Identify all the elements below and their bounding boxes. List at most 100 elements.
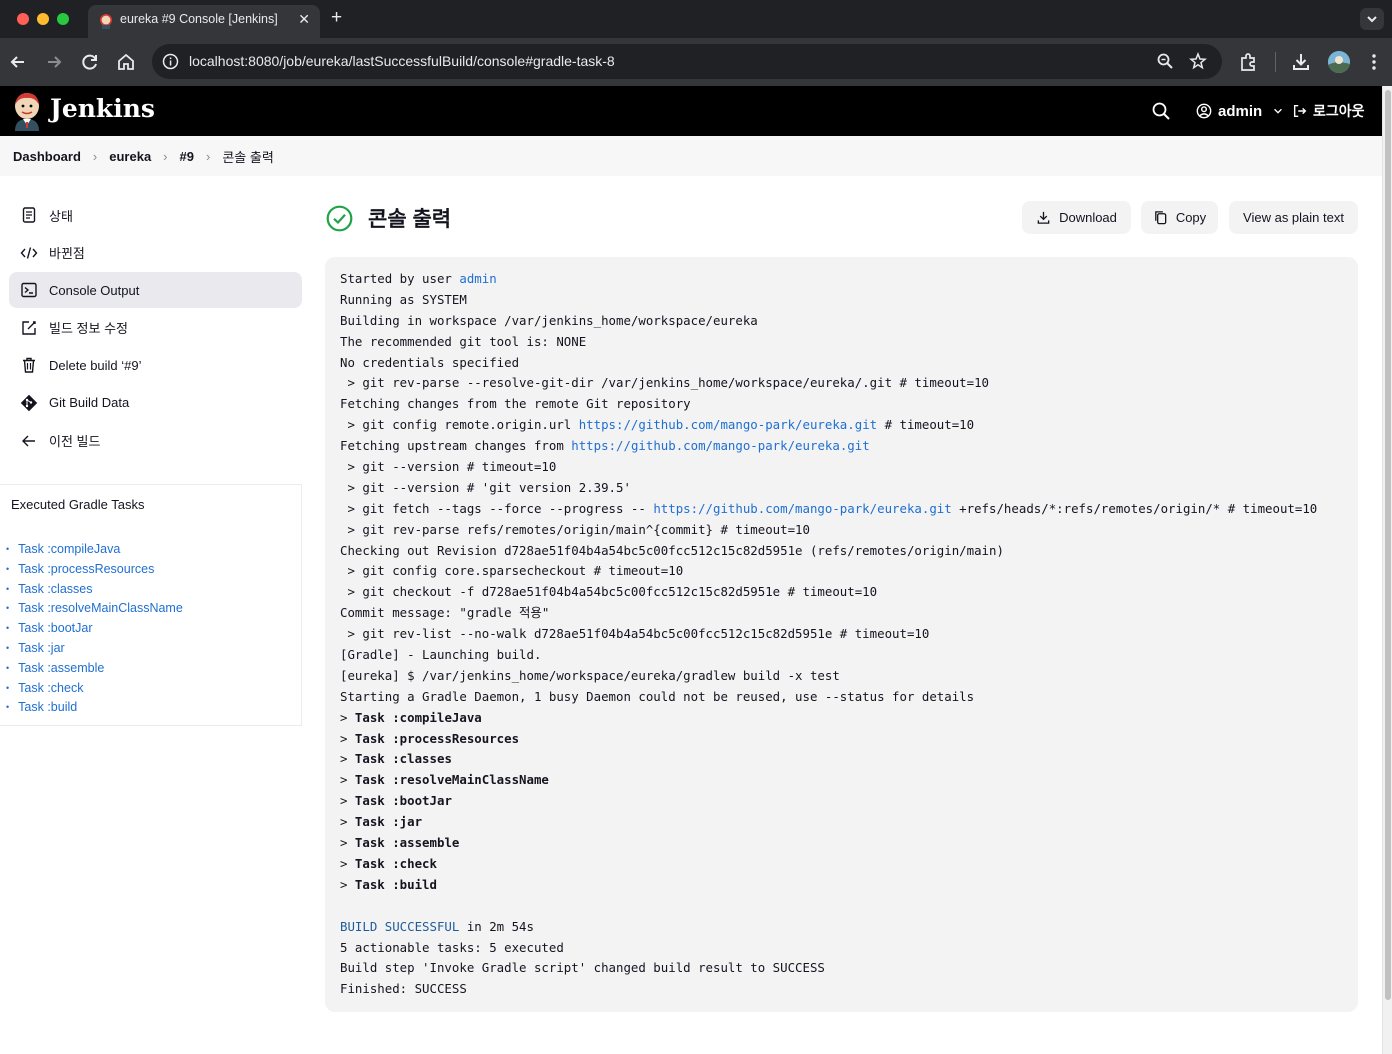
console-text: > bbox=[340, 814, 355, 830]
browser-tab-bar: eureka #9 Console [Jenkins] ✕ + bbox=[0, 0, 1392, 38]
console-text: Running as SYSTEM bbox=[340, 291, 467, 307]
url-text[interactable]: localhost:8080/job/eureka/lastSuccessful… bbox=[189, 53, 615, 69]
console-line: The recommended git tool is: NONE bbox=[340, 332, 1358, 353]
breadcrumb-job[interactable]: eureka bbox=[109, 149, 151, 164]
console-text: The recommended git tool is: NONE bbox=[340, 333, 587, 349]
console-line: > Task :jar bbox=[340, 812, 1358, 833]
profile-avatar[interactable] bbox=[1328, 51, 1350, 73]
console-line: [eureka] $ /var/jenkins_home/workspace/e… bbox=[340, 666, 1358, 687]
search-icon[interactable] bbox=[1150, 100, 1172, 122]
browser-tab[interactable]: eureka #9 Console [Jenkins] ✕ bbox=[88, 5, 320, 38]
console-line: > git checkout -f d728ae51f04b4a54bc5c00… bbox=[340, 582, 1358, 603]
copy-button[interactable]: Copy bbox=[1141, 201, 1218, 234]
console-line: > git fetch --tags --force --progress --… bbox=[340, 499, 1358, 520]
scrollbar-thumb[interactable] bbox=[1385, 90, 1391, 1000]
home-icon[interactable] bbox=[115, 51, 137, 73]
console-line: [Gradle] - Launching build. bbox=[340, 645, 1358, 666]
breadcrumb-build[interactable]: #9 bbox=[180, 149, 194, 164]
reload-icon[interactable] bbox=[79, 51, 101, 73]
sidebar-item-label: Git Build Data bbox=[49, 395, 130, 411]
console-text: Fetching changes from the remote Git rep… bbox=[340, 396, 691, 412]
console-text: Commit message: "gradle 적용" bbox=[340, 605, 550, 621]
console-line: Commit message: "gradle 적용" bbox=[340, 603, 1358, 624]
address-bar[interactable]: localhost:8080/job/eureka/lastSuccessful… bbox=[152, 44, 1222, 79]
console-text: > bbox=[340, 730, 355, 746]
jenkins-brand-name[interactable]: Jenkins bbox=[50, 94, 155, 123]
sidebar-item-status[interactable]: 상태 bbox=[9, 197, 302, 233]
window-zoom-button[interactable] bbox=[57, 13, 69, 25]
console-text: Starting a Gradle Daemon, 1 busy Daemon … bbox=[340, 688, 975, 704]
sidebar-item-label: 바뀐점 bbox=[49, 246, 85, 262]
sidebar-item-changes[interactable]: 바뀐점 bbox=[9, 235, 302, 271]
breadcrumb-current[interactable]: 콘솔 출력 bbox=[222, 147, 273, 166]
console-text: 5 actionable tasks: 5 executed bbox=[340, 939, 564, 955]
console-line: Building in workspace /var/jenkins_home/… bbox=[340, 311, 1358, 332]
view-plain-text-button[interactable]: View as plain text bbox=[1229, 201, 1358, 234]
user-menu[interactable]: admin bbox=[1196, 100, 1284, 122]
console-text: > git rev-list --no-walk d728ae51f04b4a5… bbox=[340, 626, 930, 642]
console-link[interactable]: https://github.com/mango-park/eureka.git bbox=[579, 417, 877, 432]
task-link[interactable]: Task :resolveMainClassName bbox=[15, 599, 183, 619]
console-link[interactable]: https://github.com/mango-park/eureka.git bbox=[653, 501, 951, 516]
console-text: > git config core.sparsecheckout # timeo… bbox=[340, 563, 684, 579]
console-text: > git --version # 'git version 2.39.5' bbox=[340, 479, 631, 495]
console-task-text: Task :bootJar bbox=[354, 793, 452, 809]
download-button[interactable]: Download bbox=[1022, 201, 1131, 234]
sidebar-item-console-output[interactable]: Console Output bbox=[9, 272, 302, 309]
task-link[interactable]: Task :jar bbox=[15, 639, 183, 659]
download-icon bbox=[1037, 211, 1050, 224]
download-icon[interactable] bbox=[1290, 51, 1312, 73]
jenkins-header: Jenkins admin 로그아웃 bbox=[0, 86, 1382, 136]
page-title: 콘솔 출력 bbox=[368, 208, 452, 231]
window-minimize-button[interactable] bbox=[37, 13, 49, 25]
task-link[interactable]: Task :bootJar bbox=[15, 619, 183, 639]
task-link[interactable]: Task :check bbox=[15, 679, 183, 699]
tab-search-button[interactable] bbox=[1360, 8, 1384, 30]
sidebar-item-edit-build-info[interactable]: 빌드 정보 수정 bbox=[9, 310, 302, 346]
page-scrollbar[interactable] bbox=[1382, 86, 1392, 1054]
url-host: localhost bbox=[189, 53, 245, 69]
jenkins-logo-icon[interactable] bbox=[11, 91, 43, 131]
console-text: > bbox=[340, 835, 355, 851]
console-text: > bbox=[340, 793, 355, 809]
console-task-text: Task :assemble bbox=[354, 835, 460, 851]
sidebar-item-label: Delete build ‘#9’ bbox=[49, 357, 142, 373]
console-text: > bbox=[340, 772, 355, 788]
sidebar-item-delete-build[interactable]: Delete build ‘#9’ bbox=[9, 347, 302, 383]
tab-close-icon[interactable]: ✕ bbox=[298, 11, 310, 28]
task-link[interactable]: Task :processResources bbox=[15, 560, 183, 580]
window-close-button[interactable] bbox=[17, 13, 29, 25]
zoom-icon[interactable] bbox=[1156, 52, 1174, 70]
task-link[interactable]: Task :assemble bbox=[15, 659, 183, 679]
extensions-icon[interactable] bbox=[1237, 51, 1259, 73]
console-task-text: Task :resolveMainClassName bbox=[354, 772, 549, 788]
bookmark-star-icon[interactable] bbox=[1189, 52, 1207, 70]
console-line: Started by user admin bbox=[340, 269, 1358, 290]
new-tab-icon[interactable]: + bbox=[331, 8, 342, 28]
task-link[interactable]: Task :build bbox=[15, 698, 183, 718]
console-task-text: Task :processResources bbox=[354, 730, 520, 746]
console-line: Fetching changes from the remote Git rep… bbox=[340, 394, 1358, 415]
console-task-text: Task :jar bbox=[354, 814, 423, 830]
console-line: > git rev-parse --resolve-git-dir /var/j… bbox=[340, 373, 1358, 394]
sidebar-item-git-build-data[interactable]: Git Build Data bbox=[9, 385, 302, 421]
console-link[interactable]: https://github.com/mango-park/eureka.git bbox=[571, 438, 869, 453]
sidebar-item-previous-build[interactable]: 이전 빌드 bbox=[9, 423, 302, 459]
task-link[interactable]: Task :compileJava bbox=[15, 540, 183, 560]
task-link[interactable]: Task :classes bbox=[15, 580, 183, 600]
tab-title: eureka #9 Console [Jenkins] bbox=[120, 12, 278, 26]
back-arrow-icon[interactable] bbox=[7, 51, 29, 73]
console-text: Started by user bbox=[340, 271, 460, 286]
console-text: > git rev-parse --resolve-git-dir /var/j… bbox=[340, 375, 990, 391]
console-line: > git config core.sparsecheckout # timeo… bbox=[340, 561, 1358, 582]
jenkins-favicon-icon bbox=[100, 14, 112, 29]
console-text: No credentials specified bbox=[340, 354, 520, 370]
forward-arrow-icon[interactable] bbox=[43, 51, 65, 73]
console-text: +refs/heads/*:refs/remotes/origin/* # ti… bbox=[951, 500, 1318, 516]
site-info-icon[interactable] bbox=[162, 53, 179, 70]
console-link[interactable]: admin bbox=[459, 271, 496, 286]
browser-menu-icon[interactable] bbox=[1363, 51, 1385, 73]
console-line: > git config remote.origin.url https://g… bbox=[340, 415, 1358, 436]
logout-link[interactable]: 로그아웃 bbox=[1292, 100, 1365, 122]
breadcrumb-dashboard[interactable]: Dashboard bbox=[13, 149, 81, 164]
